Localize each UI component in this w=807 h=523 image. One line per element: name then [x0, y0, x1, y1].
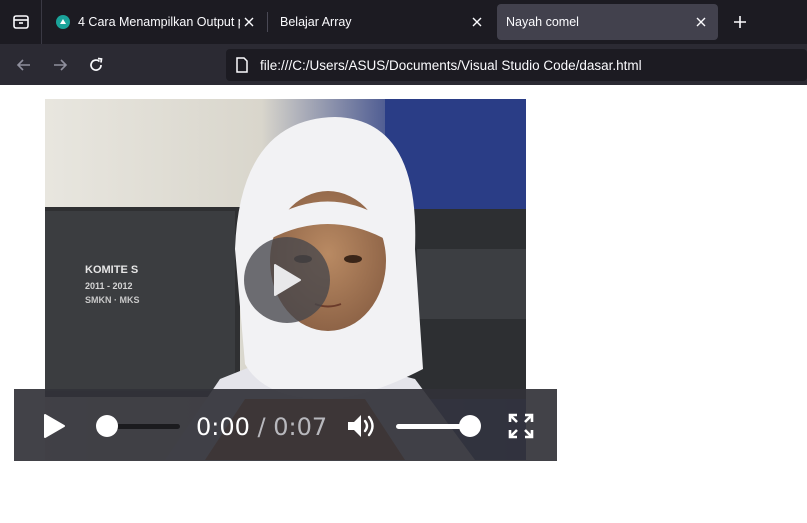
reload-button[interactable] — [83, 52, 109, 78]
tab-label: 4 Cara Menampilkan Output pa — [78, 15, 240, 29]
current-time: 0:00 — [196, 413, 250, 441]
play-icon — [274, 264, 301, 296]
seek-slider[interactable] — [94, 415, 184, 437]
mute-button[interactable] — [344, 409, 380, 443]
page-content: KOMITE S 2011 - 2012 SMKN · MKS 0:00 / 0… — [0, 85, 807, 523]
close-icon — [244, 17, 254, 27]
plus-icon — [734, 16, 746, 28]
poster-text-line1: KOMITE S — [85, 264, 138, 276]
document-icon — [236, 57, 248, 73]
tab-close-button[interactable] — [240, 13, 258, 31]
site-favicon-icon — [56, 15, 70, 29]
tab-label: Nayah comel — [506, 15, 579, 29]
fullscreen-button[interactable] — [504, 411, 538, 441]
close-icon — [472, 17, 482, 27]
time-display: 0:00 / 0:07 — [196, 413, 327, 441]
tab-label: Belajar Array — [280, 15, 352, 29]
fullscreen-icon — [508, 413, 534, 439]
video-controls: 0:00 / 0:07 — [14, 389, 557, 461]
tab-nayah-comel[interactable]: Nayah comel — [497, 4, 718, 40]
reload-icon — [90, 57, 103, 71]
seek-thumb[interactable] — [96, 415, 118, 437]
page-icon — [234, 57, 250, 73]
volume-thumb[interactable] — [459, 415, 481, 437]
arrow-right-icon — [54, 59, 68, 71]
tab-tray-icon — [12, 15, 29, 29]
tab-cara-menampilkan-output[interactable]: 4 Cara Menampilkan Output pa — [44, 4, 266, 40]
play-icon — [44, 414, 65, 438]
arrow-left-icon — [16, 59, 30, 71]
tab-close-button[interactable] — [692, 13, 710, 31]
tab-close-button[interactable] — [468, 13, 486, 31]
forward-button[interactable] — [47, 52, 73, 78]
time-separator: / — [257, 413, 266, 441]
firefox-view-button[interactable] — [0, 0, 42, 44]
back-button[interactable] — [11, 52, 37, 78]
close-icon — [696, 17, 706, 27]
new-tab-button[interactable] — [728, 10, 752, 34]
big-play-button[interactable] — [244, 237, 330, 323]
poster-text-line3: SMKN · MKS — [85, 295, 140, 305]
poster-text-line2: 2011 - 2012 — [85, 281, 133, 291]
navigation-toolbar: file:///C:/Users/ASUS/Documents/Visual S… — [0, 44, 807, 85]
duration: 0:07 — [273, 413, 328, 441]
volume-slider[interactable] — [394, 415, 486, 437]
volume-icon — [348, 415, 374, 437]
url-text[interactable]: file:///C:/Users/ASUS/Documents/Visual S… — [260, 58, 642, 73]
tab-belajar-array[interactable]: Belajar Array — [268, 4, 494, 40]
play-button[interactable] — [38, 411, 70, 441]
tab-bar: 4 Cara Menampilkan Output pa Belajar Arr… — [0, 0, 807, 44]
address-bar[interactable]: file:///C:/Users/ASUS/Documents/Visual S… — [226, 49, 807, 81]
volume-fill — [396, 424, 470, 429]
